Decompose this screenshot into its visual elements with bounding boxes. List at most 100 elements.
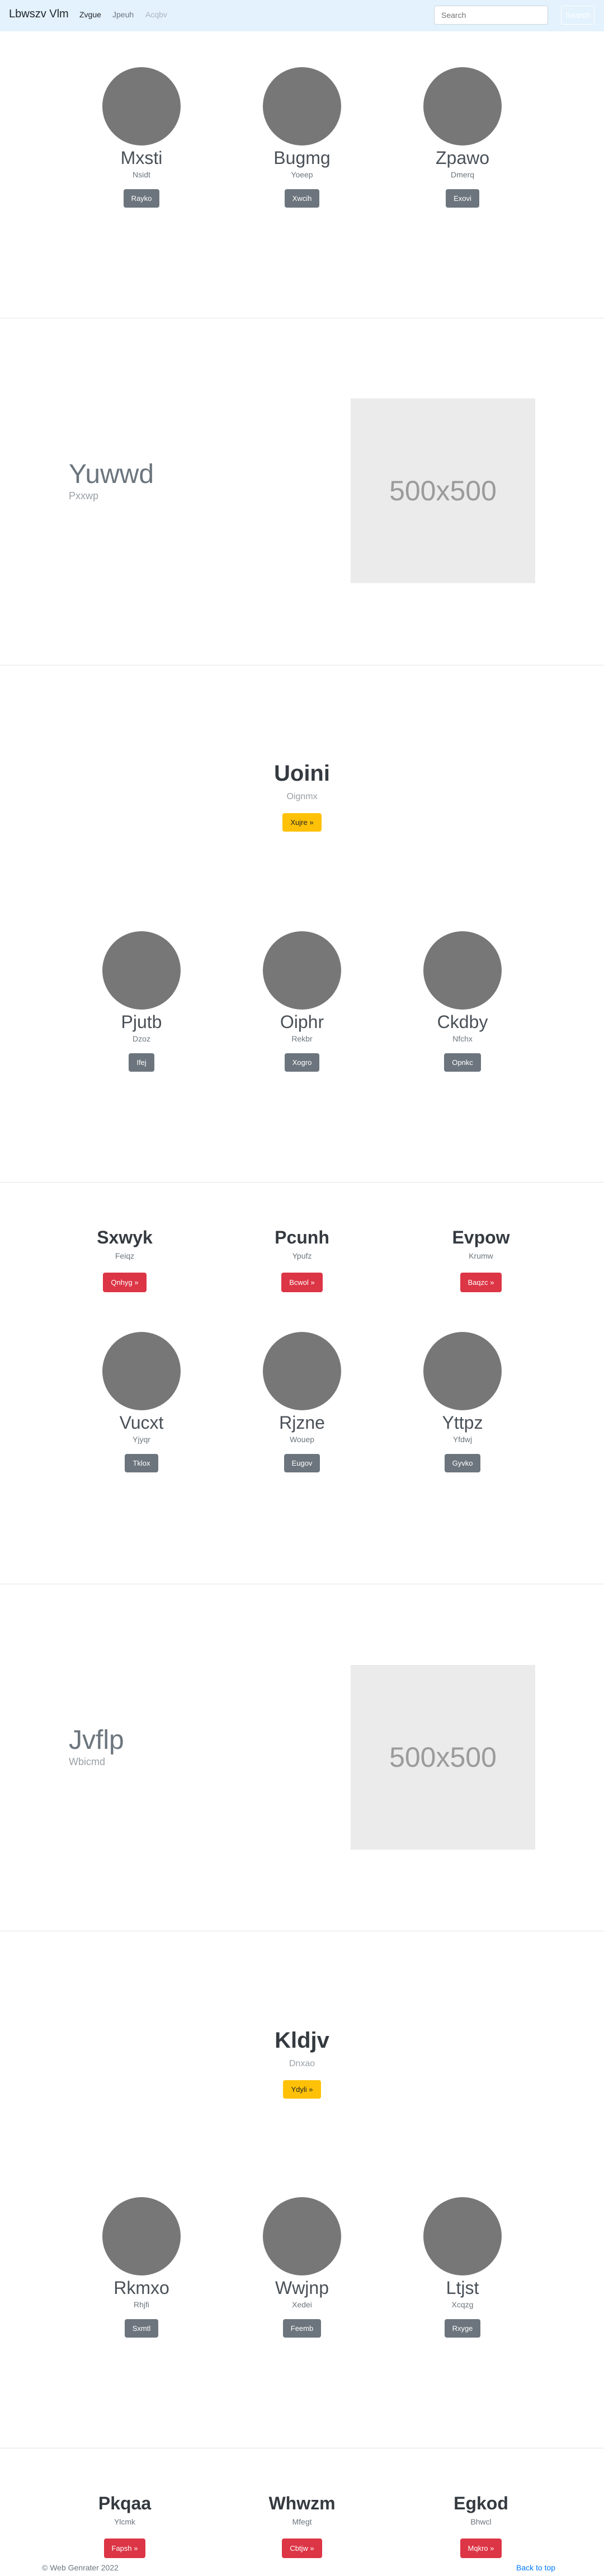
cta-section: Kldjv Dnxao Ydyli » — [0, 2028, 604, 2099]
feature-title: Egkod — [454, 2493, 508, 2513]
person-subtitle: Yoeep — [291, 170, 313, 179]
avatar — [102, 931, 181, 1010]
cta-subtitle: Oignmx — [286, 792, 318, 801]
person-subtitle: Nfchx — [452, 1034, 473, 1043]
avatar — [263, 1332, 341, 1410]
person-name: Yttpz — [442, 1413, 483, 1433]
feature-subtitle: Ypufz — [292, 1251, 312, 1260]
person-button[interactable]: Feemb — [282, 2319, 322, 2338]
feature-button[interactable]: Cbtjw » — [282, 2539, 322, 2558]
person-card: Pjutb Dzoz Ifej — [69, 931, 214, 1072]
person-subtitle: Xedei — [292, 2300, 312, 2309]
avatar — [102, 2197, 181, 2275]
person-button[interactable]: Xwcih — [284, 189, 320, 208]
feature-card: Whwzm Mfegt Cbtjw » — [229, 2493, 375, 2558]
feature-button[interactable]: Bcwol » — [281, 1273, 323, 1292]
feature-button[interactable]: Qnhyg » — [103, 1273, 147, 1292]
person-card: Zpawo Dmerq Exovi — [390, 67, 535, 208]
person-button[interactable]: Xogro — [284, 1053, 320, 1072]
person-card: Wwjnp Xedei Feemb — [229, 2197, 375, 2338]
feature-subtitle: Ylcmk — [114, 2517, 136, 2526]
person-subtitle: Nsidt — [133, 170, 150, 179]
feature-button[interactable]: Mqkro » — [460, 2539, 502, 2558]
avatar — [423, 1332, 502, 1410]
person-button[interactable]: Gyvko — [444, 1454, 481, 1472]
person-button[interactable]: Exovi — [446, 189, 479, 208]
placeholder-image: 500x500 — [351, 398, 535, 583]
search-button[interactable]: Search — [561, 6, 594, 25]
hero-title: Yuwwd — [69, 459, 154, 489]
person-card: Vucxt Yjyqr Tklox — [69, 1332, 214, 1472]
avatar — [423, 67, 502, 146]
avatar — [423, 2197, 502, 2275]
feature-title: Pcunh — [275, 1227, 329, 1247]
person-subtitle: Yjyqr — [133, 1435, 150, 1444]
cta-subtitle: Dnxao — [289, 2059, 315, 2068]
person-subtitle: Xcqzg — [451, 2300, 474, 2309]
feature-card: Pcunh Ypufz Bcwol » — [229, 1227, 375, 1292]
person-button[interactable]: Eugov — [284, 1454, 320, 1472]
feature-title: Pkqaa — [98, 2493, 152, 2513]
hero-text: Jvflp Wbicmd — [69, 1725, 292, 1768]
person-name: Pjutb — [121, 1012, 162, 1032]
hero-title: Jvflp — [69, 1725, 124, 1755]
feature-title: Whwzm — [268, 2493, 336, 2513]
person-button[interactable]: Opnkc — [444, 1053, 481, 1072]
person-name: Wwjnp — [275, 2278, 329, 2298]
person-card: Bugmg Yoeep Xwcih — [229, 67, 375, 208]
person-button[interactable]: Ifej — [129, 1053, 154, 1072]
person-name: Bugmg — [273, 148, 331, 168]
person-subtitle: Rekbr — [291, 1034, 313, 1043]
person-name: Vucxt — [119, 1413, 164, 1433]
person-name: Ckdby — [437, 1012, 488, 1032]
cta-button[interactable]: Xujre » — [282, 813, 322, 832]
feature-card: Evpow Krumw Baqzc » — [408, 1227, 554, 1292]
nav-link-1[interactable]: Zvgue — [79, 10, 101, 19]
cta-button[interactable]: Ydyli » — [283, 2080, 321, 2099]
person-card: Yttpz Yfdwj Gyvko — [390, 1332, 535, 1472]
feature-card: Sxwyk Feiqz Qnhyg » — [52, 1227, 197, 1292]
person-card: Mxsti Nsidt Rayko — [69, 67, 214, 208]
avatar — [263, 931, 341, 1010]
person-card: Rjzne Wouep Eugov — [229, 1332, 375, 1472]
person-subtitle: Wouep — [289, 1435, 315, 1444]
person-button[interactable]: Tklox — [125, 1454, 158, 1472]
feature-card: Egkod Bhwcl Mqkro » — [408, 2493, 554, 2558]
nav-link-2[interactable]: Jpeuh — [112, 10, 134, 19]
person-card: Ltjst Xcqzg Rxyge — [390, 2197, 535, 2338]
feature-subtitle: Mfegt — [292, 2517, 312, 2526]
divider — [0, 1182, 604, 1183]
person-button[interactable]: Rxyge — [444, 2319, 481, 2338]
feature-card: Pkqaa Ylcmk Fapsh » — [52, 2493, 197, 2558]
person-name: Oiphr — [280, 1012, 324, 1032]
avatar — [263, 2197, 341, 2275]
footer-copyright: © Web Genrater 2022 — [42, 2563, 119, 2572]
person-name: Zpawo — [435, 148, 490, 168]
person-button[interactable]: Sxmtl — [124, 2319, 159, 2338]
person-name: Ltjst — [446, 2278, 479, 2298]
feature-subtitle: Feiqz — [115, 1251, 135, 1260]
hero-subtitle: Wbicmd — [69, 1756, 106, 1767]
placeholder-image: 500x500 — [351, 1665, 535, 1850]
brand[interactable]: Lbwszv Vlm — [9, 8, 69, 21]
feature-subtitle: Bhwcl — [470, 2517, 492, 2526]
person-name: Rjzne — [279, 1413, 325, 1433]
feature-title: Evpow — [452, 1227, 510, 1247]
person-subtitle: Rhjfi — [133, 2300, 149, 2309]
person-subtitle: Yfdwj — [452, 1435, 473, 1444]
search-input[interactable] — [434, 6, 548, 25]
hero-subtitle: Pxxwp — [69, 490, 99, 501]
feature-title: Sxwyk — [97, 1227, 153, 1247]
back-to-top-link[interactable]: Back to top — [516, 2563, 555, 2572]
navbar: Lbwszv Vlm Zvgue Jpeuh Acqbv Search — [0, 0, 604, 31]
avatar — [102, 67, 181, 146]
avatar — [263, 67, 341, 146]
person-card: Rkmxo Rhjfi Sxmtl — [69, 2197, 214, 2338]
feature-button[interactable]: Baqzc » — [460, 1273, 502, 1292]
person-card: Ckdby Nfchx Opnkc — [390, 931, 535, 1072]
feature-button[interactable]: Fapsh » — [103, 2539, 146, 2558]
person-card: Oiphr Rekbr Xogro — [229, 931, 375, 1072]
person-name: Rkmxo — [114, 2278, 169, 2298]
person-button[interactable]: Rayko — [123, 189, 160, 208]
nav-link-3[interactable]: Acqbv — [145, 10, 167, 19]
